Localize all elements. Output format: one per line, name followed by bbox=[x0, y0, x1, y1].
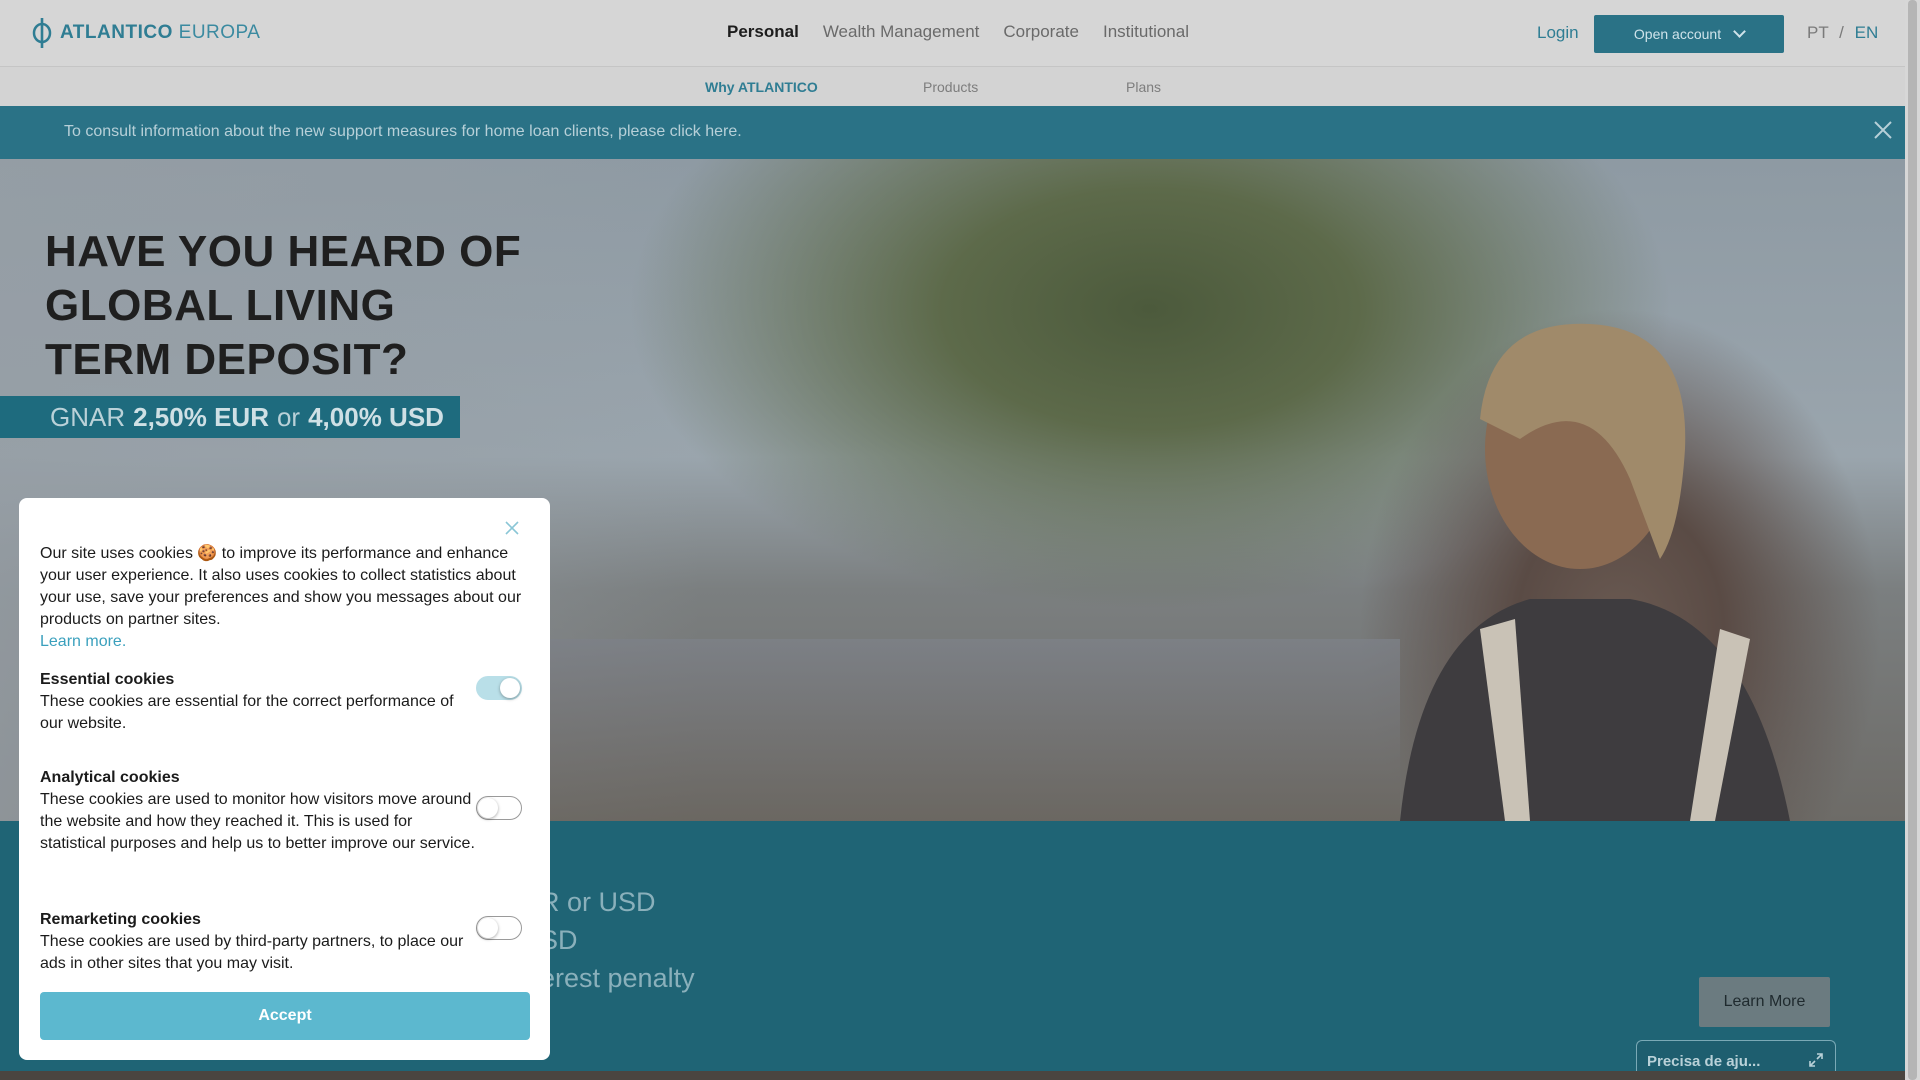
chevron-down-icon bbox=[1733, 25, 1746, 38]
close-icon[interactable] bbox=[505, 521, 519, 535]
nav-corporate[interactable]: Corporate bbox=[1003, 22, 1079, 42]
cookie-section-title: Analytical cookies bbox=[40, 769, 180, 786]
top-header: ATLANTICO EUROPA Personal Wealth Managem… bbox=[0, 0, 1905, 66]
hero-title-line: HAVE YOU HEARD OF bbox=[45, 227, 522, 276]
cookie-intro: Our site uses cookies 🍪 to improve its p… bbox=[40, 543, 530, 653]
lang-separator: / bbox=[1839, 23, 1844, 42]
cookie-section-title: Remarketing cookies bbox=[40, 911, 201, 928]
open-account-label: Open account bbox=[1633, 26, 1722, 42]
nav-institutional[interactable]: Institutional bbox=[1103, 22, 1189, 42]
cookie-section-text: These cookies are used by third-party pa… bbox=[40, 933, 464, 972]
open-account-button[interactable]: Open account bbox=[1594, 15, 1784, 53]
toggle-knob bbox=[500, 678, 520, 698]
accept-button[interactable]: Accept bbox=[40, 992, 530, 1040]
cookie-section-essential: Essential cookies These cookies are esse… bbox=[40, 669, 480, 735]
scrollbar-thumb[interactable] bbox=[1908, 0, 1917, 1080]
rate-or: or bbox=[276, 401, 301, 432]
cookie-learn-more-link[interactable]: Learn more. bbox=[40, 633, 126, 650]
rate-band: GNAR 2,50% EUR or 4,00% USD bbox=[0, 396, 460, 438]
close-icon[interactable] bbox=[1873, 120, 1893, 140]
hero-woman-image bbox=[1400, 323, 1790, 821]
hero-title-line: TERM DEPOSIT? bbox=[45, 335, 409, 384]
rate-prefix: GNAR bbox=[50, 401, 126, 432]
notice-text[interactable]: To consult information about the new sup… bbox=[64, 123, 742, 141]
feature-line: erest penalty bbox=[540, 963, 695, 993]
subnav-plans[interactable]: Plans bbox=[1126, 79, 1161, 95]
nav-wealth-management[interactable]: Wealth Management bbox=[823, 22, 980, 42]
feature-line: R or USD bbox=[540, 887, 656, 917]
logo[interactable]: ATLANTICO EUROPA bbox=[32, 18, 260, 48]
brand-suffix: EUROPA bbox=[178, 22, 261, 43]
atlantico-logo-icon bbox=[32, 18, 52, 48]
toggle-knob bbox=[478, 798, 498, 818]
help-chat-label: Precisa de aju... bbox=[1647, 1053, 1761, 1070]
subnav-why-atlantico[interactable]: Why ATLANTICO bbox=[705, 79, 818, 95]
brand-name: ATLANTICO bbox=[60, 22, 173, 43]
sub-nav: Why ATLANTICO Products Plans bbox=[0, 66, 1905, 106]
cookie-section-text: These cookies are used to monitor how vi… bbox=[40, 791, 475, 852]
notice-banner: To consult information about the new sup… bbox=[0, 106, 1905, 159]
cookie-consent-dialog: Our site uses cookies 🍪 to improve its p… bbox=[19, 498, 550, 1060]
cookie-intro-text: Our site uses cookies 🍪 to improve its p… bbox=[40, 545, 522, 628]
essential-cookies-toggle[interactable] bbox=[476, 676, 522, 700]
subnav-products[interactable]: Products bbox=[923, 79, 978, 95]
remarketing-cookies-toggle[interactable] bbox=[476, 916, 522, 940]
learn-more-button[interactable]: Learn More bbox=[1699, 977, 1830, 1027]
analytical-cookies-toggle[interactable] bbox=[476, 796, 522, 820]
hero-city-backdrop bbox=[500, 639, 1400, 821]
language-switcher: PT / EN bbox=[1807, 23, 1878, 43]
expand-icon[interactable] bbox=[1809, 1053, 1823, 1067]
cookie-section-analytical: Analytical cookies These cookies are use… bbox=[40, 767, 480, 855]
rate-usd: 4,00% USD bbox=[308, 401, 444, 432]
cookie-section-remarketing: Remarketing cookies These cookies are us… bbox=[40, 909, 480, 975]
rate-eur: 2,50% EUR bbox=[133, 401, 269, 432]
login-link[interactable]: Login bbox=[1537, 23, 1579, 43]
main-nav: Personal Wealth Management Corporate Ins… bbox=[727, 22, 1189, 42]
lang-en[interactable]: EN bbox=[1855, 23, 1879, 42]
cookie-section-text: These cookies are essential for the corr… bbox=[40, 693, 454, 732]
lang-pt[interactable]: PT bbox=[1807, 23, 1828, 42]
nav-personal[interactable]: Personal bbox=[727, 22, 799, 42]
cookie-section-title: Essential cookies bbox=[40, 671, 175, 688]
toggle-knob bbox=[478, 918, 498, 938]
hero-title: HAVE YOU HEARD OF GLOBAL LIVING TERM DEP… bbox=[45, 225, 521, 387]
next-section-peek bbox=[0, 1071, 1905, 1080]
hero-title-line: GLOBAL LIVING bbox=[45, 281, 396, 330]
